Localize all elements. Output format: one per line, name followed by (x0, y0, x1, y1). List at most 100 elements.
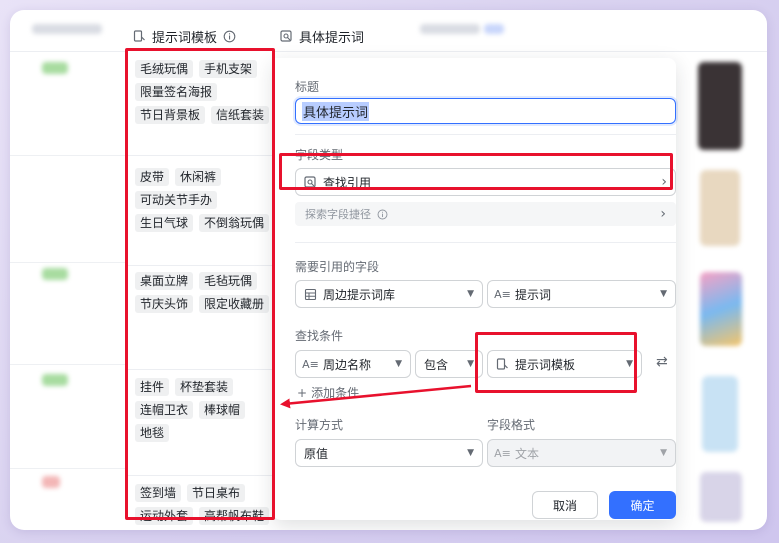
caret-down-icon: ▼ (626, 359, 633, 369)
table-cell[interactable]: 桌面立牌 毛毡玩偶 节庆头饰 限定收藏册 (127, 266, 273, 370)
row-divider (10, 364, 130, 365)
title-input[interactable]: 具体提示词 (295, 98, 676, 124)
caret-down-icon: ▼ (467, 448, 474, 458)
table-cell[interactable]: 皮带 休闲裤 可动关节手办 生日气球 不倒翁玩偶 (127, 162, 273, 266)
tag-chip: 签到墙 (135, 484, 182, 502)
calc-value: 原值 (304, 446, 329, 461)
info-icon[interactable] (223, 30, 236, 43)
caret-down-icon: ▼ (660, 289, 667, 299)
column-header-label: 提示词模板 (152, 30, 218, 46)
tag-chip: 挂件 (135, 378, 170, 396)
field-type-select[interactable]: 查找引用 › (295, 168, 676, 196)
tag-chip: 节日桌布 (187, 484, 246, 502)
cancel-button[interactable]: 取消 (532, 491, 598, 519)
template-column: 毛绒玩偶 手机支架 限量签名海报 节日背景板 信纸套装 皮带 休闲裤 可动关节手办 生… (127, 50, 273, 525)
row-divider (10, 468, 130, 469)
tag-chip: 信纸套装 (211, 106, 270, 124)
blurred-image (702, 376, 738, 452)
tag-chip: 毛绒玩偶 (135, 60, 194, 78)
ref-field-value: 提示词 (515, 287, 552, 302)
tag-chip: 地毯 (135, 424, 170, 442)
table-cell[interactable]: 毛绒玩偶 手机支架 限量签名海报 节日背景板 信纸套装 (127, 54, 273, 156)
condition-operator-select[interactable]: 包含 ▼ (415, 350, 483, 378)
blurred-image (698, 62, 742, 150)
row-divider (10, 262, 130, 263)
calc-label: 计算方式 (295, 418, 344, 432)
add-condition-label: 添加条件 (311, 386, 360, 400)
swap-icon[interactable]: ⇄ (656, 354, 668, 370)
blurred-tag (42, 374, 68, 386)
caret-down-icon: ▼ (467, 289, 474, 299)
field-type-value: 查找引用 (323, 175, 372, 190)
blurred-header (484, 24, 504, 34)
format-label: 字段格式 (487, 418, 536, 432)
table-cell[interactable]: 挂件 杯垫套装 连帽卫衣 棒球帽 地毯 (127, 372, 273, 476)
condition-field-value: 周边名称 (323, 357, 372, 372)
section-divider (295, 242, 676, 243)
tag-chip: 手机支架 (199, 60, 258, 78)
blurred-image (700, 272, 742, 346)
lookup-field-icon (133, 29, 146, 43)
calc-select[interactable]: 原值 ▼ (295, 439, 483, 467)
tag-chip: 休闲裤 (175, 168, 222, 186)
caret-down-icon: ▼ (395, 359, 402, 369)
tag-chip: 可动关节手办 (135, 191, 218, 209)
ref-fields-label: 需要引用的字段 (295, 260, 380, 274)
chevron-right-icon: › (661, 174, 667, 190)
tag-chip: 皮带 (135, 168, 170, 186)
text-field-icon: A≡ (494, 287, 511, 301)
tag-chip: 限定收藏册 (199, 295, 270, 313)
blurred-image (700, 170, 740, 246)
tag-chip: 高帮帆布鞋 (199, 507, 270, 525)
lookup-reference-icon (280, 29, 293, 43)
blurred-header (32, 24, 102, 34)
info-icon (376, 208, 389, 221)
format-value: 文本 (515, 446, 540, 461)
format-select: A≡ 文本 ▼ (487, 439, 676, 467)
tag-chip: 节庆头饰 (135, 295, 194, 313)
ref-table-select[interactable]: 周边提示词库 ▼ (295, 280, 483, 308)
confirm-button[interactable]: 确定 (609, 491, 676, 519)
plus-icon: + (297, 385, 308, 400)
tag-chip: 运动外套 (135, 507, 194, 525)
condition-value-select[interactable]: 提示词模板 ▼ (487, 350, 642, 378)
text-field-icon: A≡ (302, 357, 319, 371)
column-header-specific[interactable]: 具体提示词 (280, 23, 364, 49)
title-label: 标题 (295, 80, 320, 94)
field-shortcut-hint[interactable]: 探索字段捷径 › (295, 202, 676, 226)
app-window: 提示词模板 具体提示词 毛绒玩偶 手机支架 限量签名海报 节日背景板 信纸套装 皮带… (10, 10, 767, 530)
conditions-label: 查找条件 (295, 329, 344, 343)
tag-chip: 毛毡玩偶 (199, 272, 258, 290)
field-edit-panel: 标题 具体提示词 字段类型 查找引用 › 探索字段捷径 › 需要引用的字段 周边… (273, 58, 676, 520)
tag-chip: 不倒翁玩偶 (199, 214, 270, 232)
blurred-header (420, 24, 480, 34)
table-cell[interactable]: 签到墙 节日桌布 运动外套 高帮帆布鞋 (127, 478, 273, 525)
tag-chip: 限量签名海报 (135, 83, 218, 101)
ref-field-select[interactable]: A≡ 提示词 ▼ (487, 280, 676, 308)
lookup-field-icon (496, 357, 509, 371)
row-divider (10, 155, 130, 156)
condition-operator-value: 包含 (424, 357, 449, 372)
field-type-label: 字段类型 (295, 148, 344, 162)
title-input-value: 具体提示词 (302, 101, 370, 121)
condition-field-select[interactable]: A≡ 周边名称 ▼ (295, 350, 411, 378)
tag-chip: 生日气球 (135, 214, 194, 232)
blurred-image (700, 472, 742, 522)
chevron-right-icon: › (660, 206, 666, 222)
ref-table-value: 周边提示词库 (323, 287, 396, 302)
column-header-label: 具体提示词 (299, 30, 365, 46)
add-condition-button[interactable]: + 添加条件 (297, 384, 359, 401)
column-header-template[interactable]: 提示词模板 (133, 23, 236, 49)
tag-chip: 桌面立牌 (135, 272, 194, 290)
section-divider (295, 134, 676, 135)
tag-chip: 杯垫套装 (175, 378, 234, 396)
table-header (10, 10, 767, 52)
text-field-icon: A≡ (494, 446, 511, 460)
tag-chip: 连帽卫衣 (135, 401, 194, 419)
condition-value: 提示词模板 (515, 357, 576, 372)
blurred-tag (42, 62, 68, 74)
blurred-tag (42, 268, 68, 280)
tag-chip: 节日背景板 (135, 106, 206, 124)
blurred-tag (42, 476, 60, 488)
table-icon (304, 288, 317, 301)
